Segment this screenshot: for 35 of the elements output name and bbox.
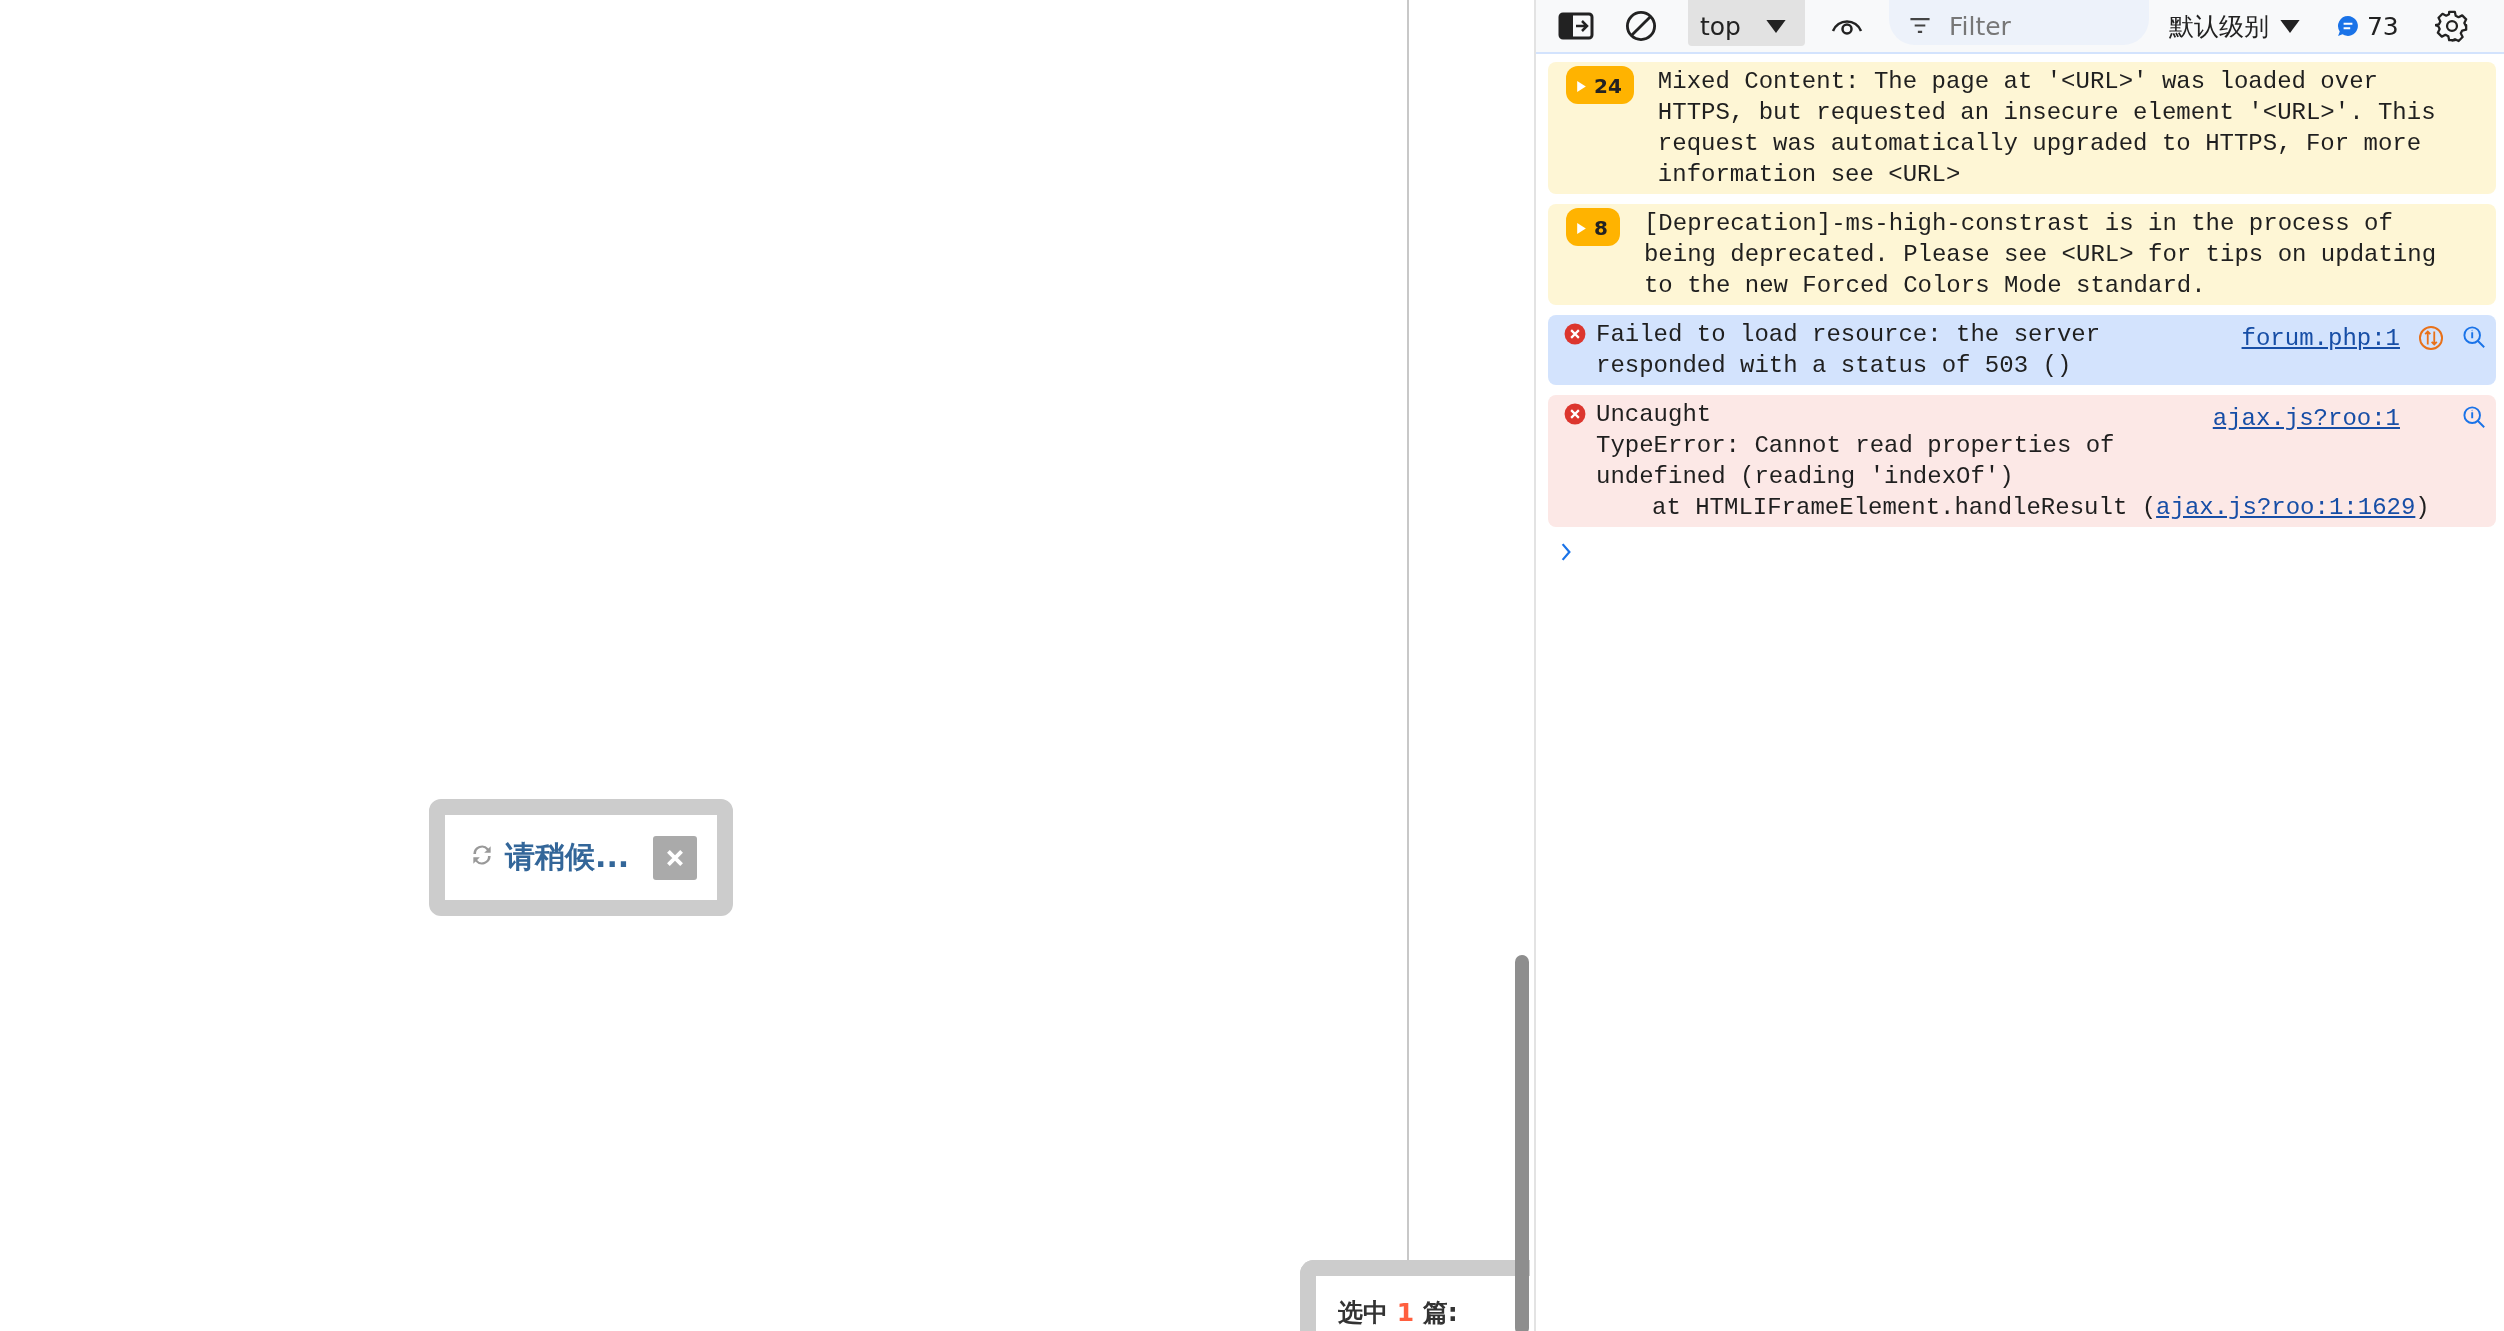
console-message[interactable]: 24 Mixed Content: The page at '<URL>' was loaded over HTTPS, but requested an insecure element '<URL>'. This request was automatically upgraded to HTTPS, For more information see <URL> [1548, 62, 2496, 194]
issues-button[interactable]: 73 [2336, 11, 2399, 41]
scrollbar-thumb[interactable] [1515, 955, 1529, 1331]
context-dropdown[interactable]: top [1688, 0, 1805, 46]
caret-icon [2278, 18, 2301, 34]
console-message[interactable]: Uncaught TypeError: Cannot read properties of undefined (reading 'indexOf') ajax.js?roo:1 at HTMLIFrameElement.handleResult (ajax.js?roo:1:1629) [1548, 395, 2496, 527]
message-text: Mixed Content: The page at '<URL>' was loaded over HTTPS, but requested an insecure element '<URL>'. This request was automatically upgraded to HTTPS, For more information see <URL> [1656, 67, 2437, 190]
filter-field[interactable]: Filter [1888, 0, 2149, 45]
stack-link[interactable]: ajax.js?roo:1:1629 [2156, 494, 2416, 521]
loading-text: 请稍候... [505, 838, 630, 876]
message-text: [Deprecation]-ms-high-constrast is in the process of being deprecated. Please see <URL> for tips on updating to the new Forced Colors Mode standard. [1642, 209, 2438, 301]
log-level-dropdown[interactable]: 默认级别 [2168, 9, 2301, 43]
caret-icon [1764, 18, 1787, 34]
network-icon[interactable] [2418, 325, 2444, 351]
search-icon[interactable] [2462, 325, 2486, 349]
error-icon [1564, 323, 1586, 345]
settings-icon[interactable] [2434, 9, 2469, 43]
message-text: Failed to load resource: the server responded with a status of 503 () [1596, 320, 2102, 381]
filter-icon [1908, 17, 1931, 34]
prompt-chevron-icon[interactable] [1560, 543, 1572, 561]
close-button[interactable] [653, 835, 698, 880]
chat-bubble-icon [2336, 15, 2359, 37]
warning-count-badge[interactable]: 24 [1566, 66, 1634, 104]
source-link[interactable]: forum.php:1 [2241, 323, 2400, 354]
console-message[interactable]: Failed to load resource: the server responded with a status of 503 () forum.php:1 [1548, 315, 2496, 385]
search-icon[interactable] [2462, 405, 2486, 429]
stack-trace-line: at HTMLIFrameElement.handleResult (ajax.js?roo:1:1629) [1651, 493, 2431, 523]
console-message[interactable]: 8 [Deprecation]-ms-high-constrast is in the process of being deprecated. Please see <URL> for tips on updating to the new Forced Colors Mode standard. [1548, 204, 2496, 305]
warning-count-badge[interactable]: 8 [1566, 208, 1620, 246]
source-link[interactable]: ajax.js?roo:1 [2212, 403, 2400, 434]
selection-count-text: 选中 1 篇: [1338, 1298, 1458, 1327]
dock-icon[interactable] [1558, 11, 1594, 41]
error-icon [1564, 403, 1586, 425]
message-text: Uncaught TypeError: Cannot read properties of undefined (reading 'indexOf') [1596, 400, 2116, 492]
clear-console-icon[interactable] [1624, 9, 1658, 43]
